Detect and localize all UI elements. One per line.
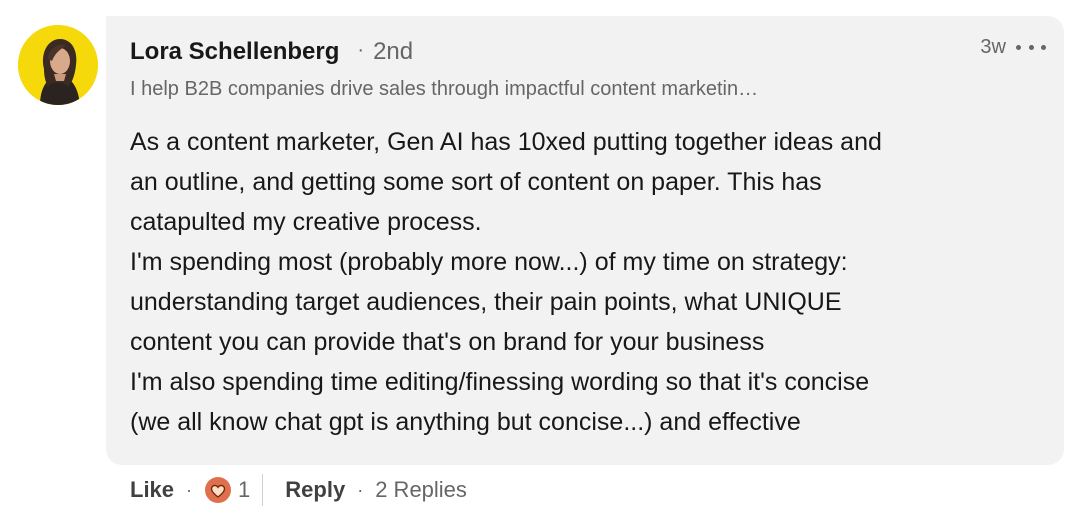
comment-line: understanding target audiences, their pa… [130,288,842,316]
action-divider [262,474,264,506]
comment-line: I'm spending most (probably more now...)… [130,248,848,276]
ellipsis-icon [1016,45,1021,50]
ellipsis-icon [1028,45,1034,50]
like-button[interactable]: Like [130,477,174,503]
author-headline: I help B2B companies drive sales through… [130,78,759,100]
author-name[interactable]: Lora Schellenberg [130,38,339,66]
author-row: Lora Schellenberg · 2nd [130,38,413,66]
comment-line: As a content marketer, Gen AI has 10xed … [130,128,882,156]
replies-count-link[interactable]: 2 Replies [375,477,467,503]
heart-reaction-icon[interactable] [204,476,232,504]
separator-dot: · [186,479,193,500]
separator-dot: · [357,479,364,500]
avatar-image [18,25,98,105]
comment-bubble: Lora Schellenberg · 2nd I help B2B compa… [106,16,1064,465]
author-avatar[interactable] [18,25,98,105]
ellipsis-icon [1041,45,1046,50]
connection-degree: 2nd [373,38,414,65]
degree-separator-dot: · [357,39,365,61]
comment-line: catapulted my creative process. [130,208,482,236]
reaction-count[interactable]: 1 [238,477,250,503]
comment-line: (we all know chat gpt is anything but co… [130,408,801,436]
comment-meta: 3w [980,36,1046,59]
reply-button[interactable]: Reply [285,477,345,503]
more-options-button[interactable] [1016,39,1046,57]
comment-line: content you can provide that's on brand … [130,328,765,356]
comment-timestamp: 3w [980,36,1006,58]
comment-actions: Like · 1 Reply · 2 Replies [130,474,467,506]
comment-line: an outline, and getting some sort of con… [130,168,822,196]
comment-text: As a content marketer, Gen AI has 10xed … [130,122,1030,442]
comment-line: I'm also spending time editing/finessing… [130,368,870,396]
